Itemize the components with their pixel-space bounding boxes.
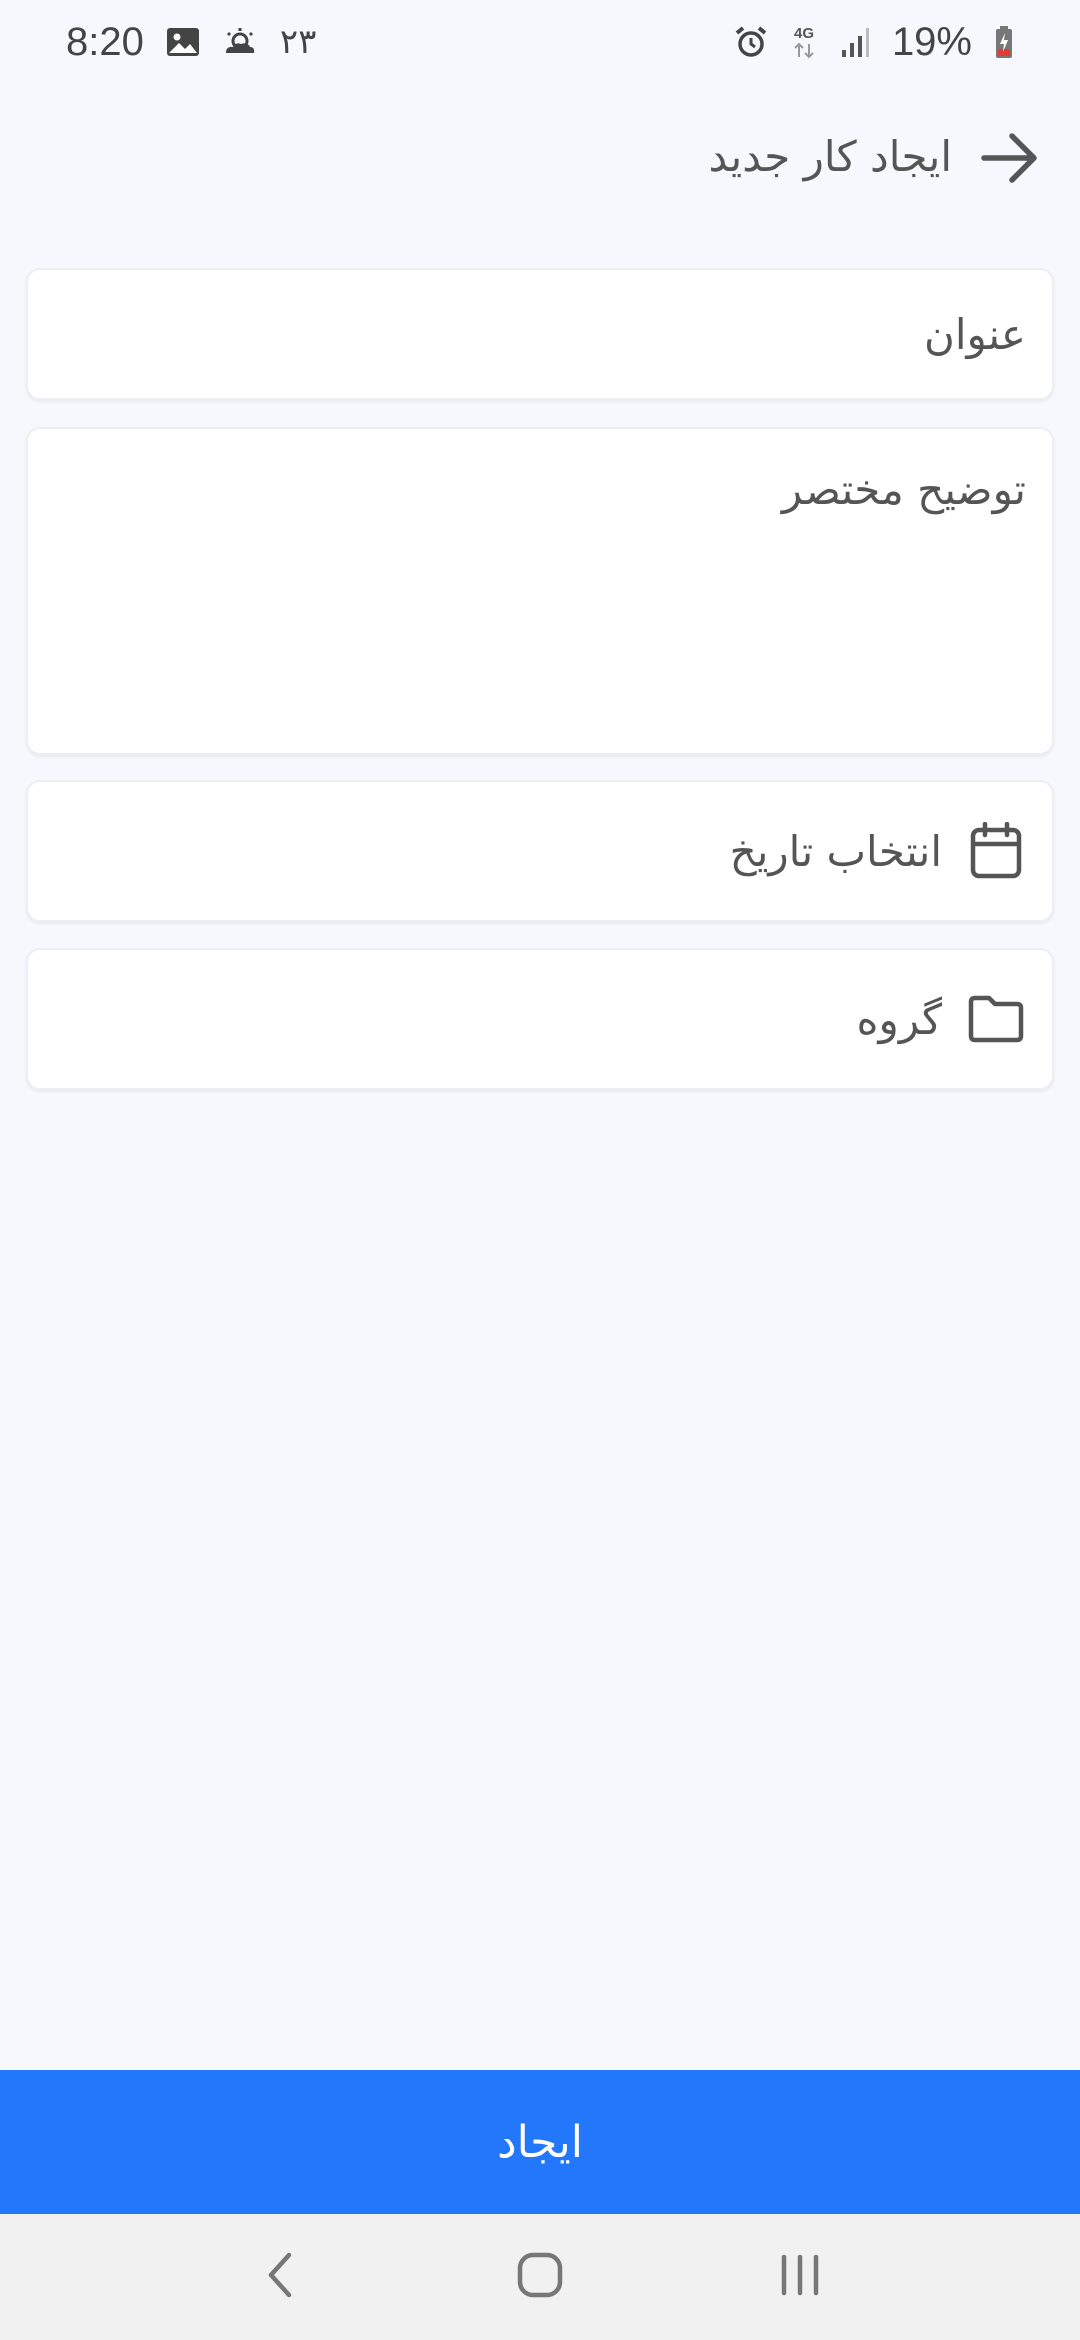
gallery-icon bbox=[166, 27, 200, 57]
signal-icon bbox=[840, 26, 870, 58]
battery-charging-icon bbox=[994, 25, 1014, 59]
create-button[interactable]: ایجاد bbox=[0, 2070, 1080, 2214]
back-button[interactable] bbox=[974, 124, 1046, 196]
weather-icon bbox=[222, 27, 258, 57]
status-bar-right: 4G 19% bbox=[734, 20, 1014, 65]
home-nav-icon bbox=[516, 2251, 564, 2303]
home-nav-button[interactable] bbox=[495, 2232, 585, 2322]
status-temperature: ۲۳ bbox=[279, 22, 317, 62]
network-label: 4G bbox=[794, 25, 814, 42]
group-picker-field[interactable]: گروه bbox=[26, 948, 1054, 1090]
date-picker-label: انتخاب تاریخ bbox=[729, 826, 942, 876]
title-input[interactable] bbox=[28, 270, 1052, 398]
create-button-label: ایجاد bbox=[497, 2116, 583, 2168]
screen: 8:20 ۲۳ 4G 19% ایجاد کار جدید عنوان توضی… bbox=[0, 0, 1080, 2340]
page-title: ایجاد کار جدید bbox=[708, 132, 953, 181]
back-nav-icon bbox=[265, 2251, 295, 2303]
alarm-icon bbox=[734, 25, 768, 59]
4g-data-icon: 4G bbox=[790, 24, 818, 60]
arrow-right-icon bbox=[980, 130, 1040, 190]
description-input[interactable] bbox=[28, 429, 1052, 753]
recents-nav-icon bbox=[778, 2253, 822, 2301]
date-picker-field[interactable]: انتخاب تاریخ bbox=[26, 780, 1054, 922]
battery-percent: 19% bbox=[891, 19, 972, 64]
calendar-icon bbox=[966, 821, 1026, 881]
back-nav-button[interactable] bbox=[235, 2232, 325, 2322]
group-picker-label: گروه bbox=[856, 994, 942, 1044]
system-nav-bar bbox=[0, 2214, 1080, 2340]
status-bar-left: 8:20 ۲۳ bbox=[66, 20, 316, 65]
recents-nav-button[interactable] bbox=[755, 2232, 845, 2322]
app-bar: ایجاد کار جدید bbox=[0, 110, 1080, 206]
title-field-card bbox=[26, 268, 1054, 400]
status-bar: 8:20 ۲۳ 4G 19% bbox=[0, 0, 1080, 84]
status-time: 8:20 bbox=[66, 19, 144, 64]
description-field-card bbox=[26, 427, 1054, 755]
folder-icon bbox=[966, 989, 1026, 1049]
